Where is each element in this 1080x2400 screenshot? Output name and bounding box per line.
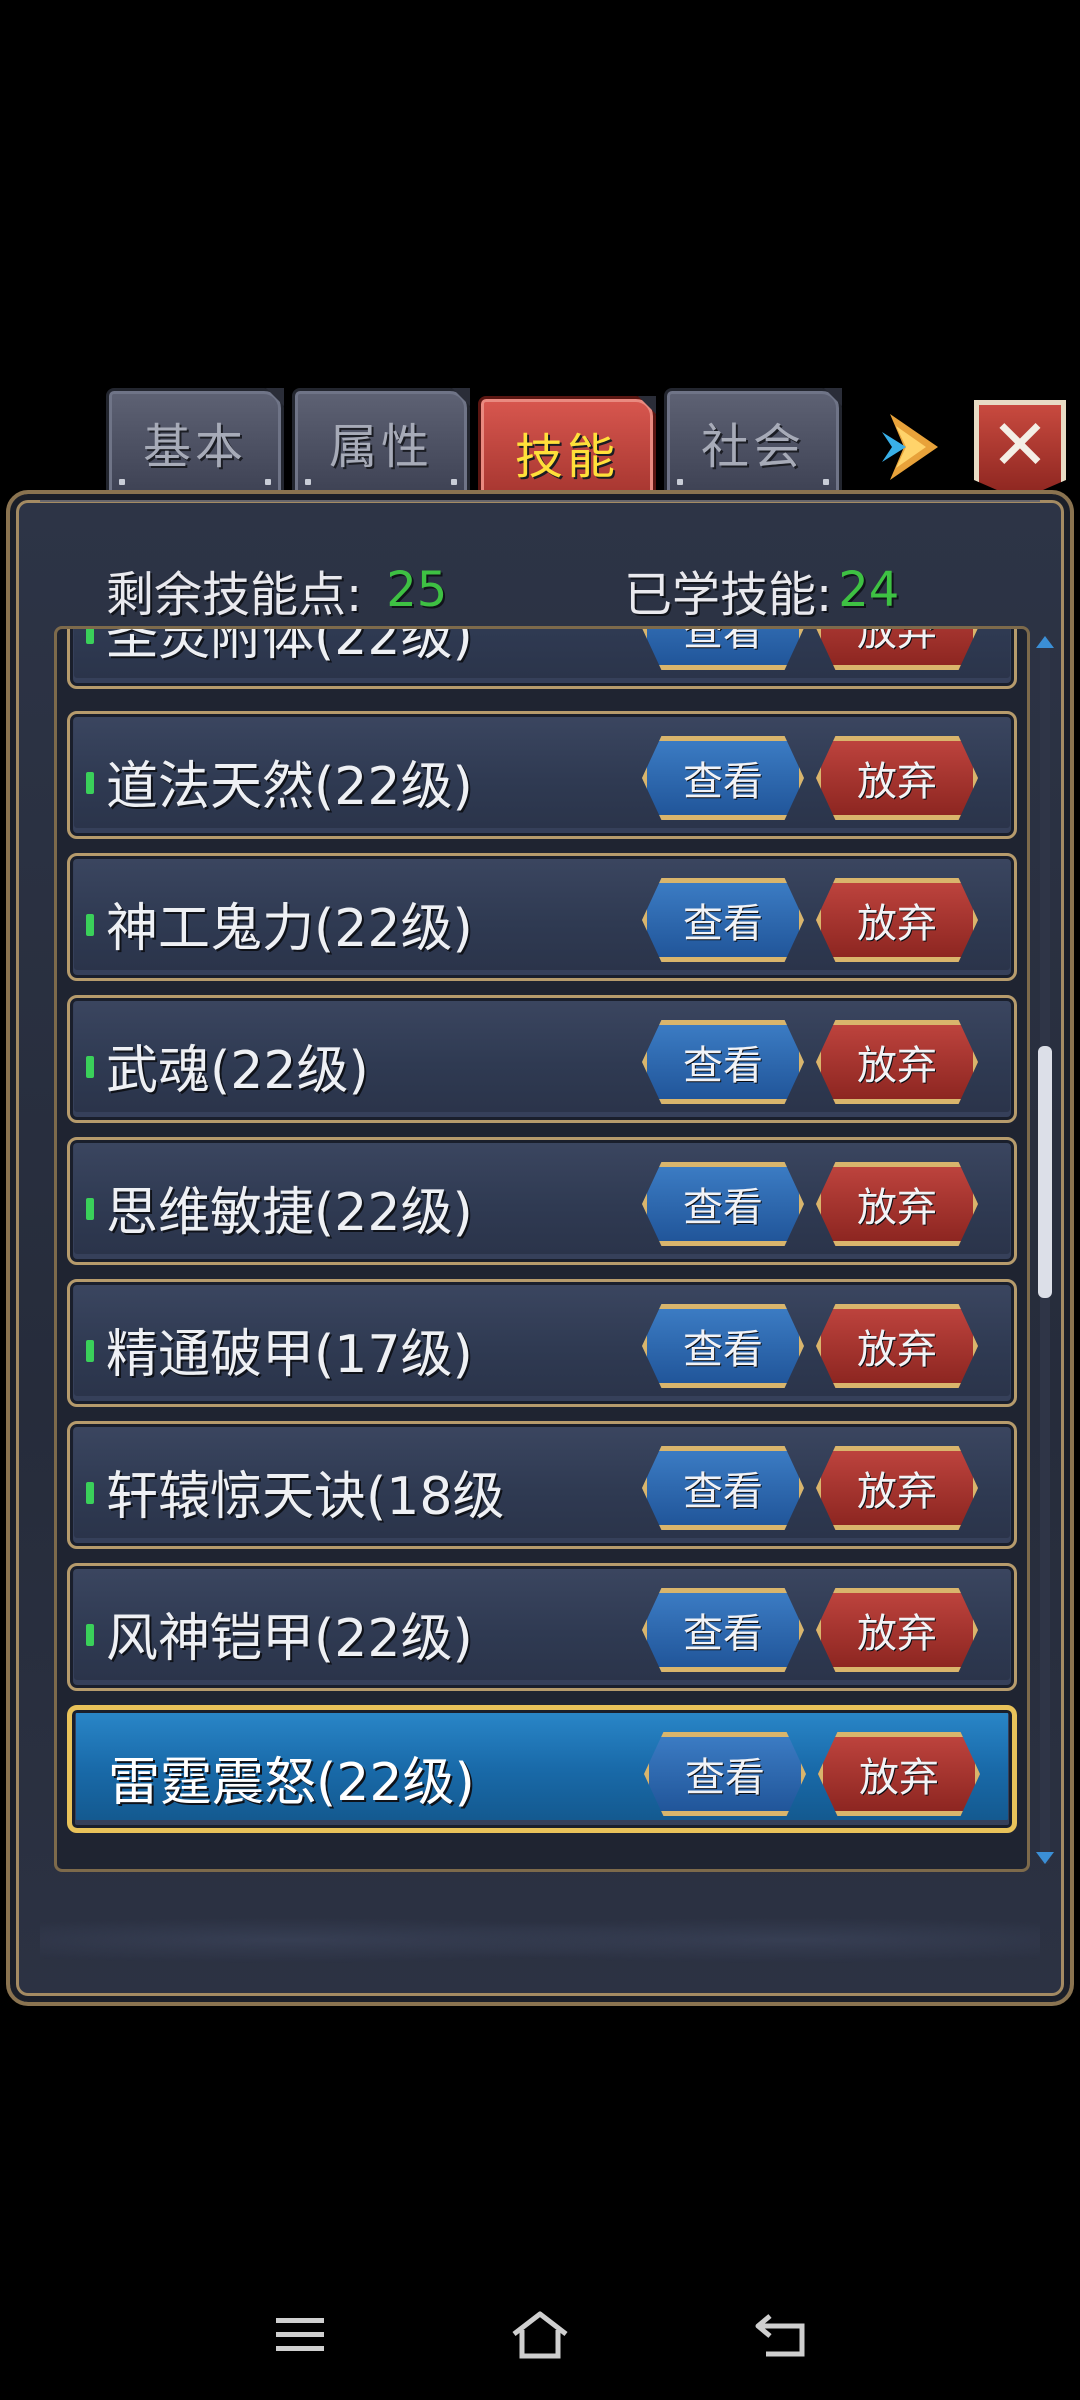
- panel-ornament: [40, 500, 1040, 542]
- drop-button[interactable]: 放弃: [816, 1588, 978, 1672]
- drop-button[interactable]: 放弃: [816, 1162, 978, 1246]
- skill-row[interactable]: 道法天然(22级) 查看 放弃: [67, 711, 1017, 839]
- skill-row[interactable]: 风神铠甲(22级) 查看 放弃: [67, 1563, 1017, 1691]
- view-button[interactable]: 查看: [642, 1446, 804, 1530]
- skill-marker: [86, 629, 94, 644]
- back-icon[interactable]: [740, 2300, 820, 2370]
- drop-button[interactable]: 放弃: [818, 1732, 980, 1816]
- drop-button[interactable]: 放弃: [816, 1304, 978, 1388]
- skill-name: 神工鬼力(22级): [106, 899, 473, 959]
- skill-row[interactable]: 武魂(22级) 查看 放弃: [67, 995, 1017, 1123]
- skill-row[interactable]: 思维敏捷(22级) 查看 放弃: [67, 1137, 1017, 1265]
- skill-name: 精通破甲(17级): [106, 1325, 473, 1385]
- arrow-right-icon[interactable]: [880, 410, 942, 484]
- tab-social-label: 社会: [700, 419, 805, 475]
- skill-marker: [86, 1340, 94, 1362]
- view-button[interactable]: 查看: [642, 1588, 804, 1672]
- tab-attributes-label: 属性: [328, 419, 433, 475]
- drop-button[interactable]: 放弃: [816, 736, 978, 820]
- skill-name: 武魂(22级): [106, 1041, 369, 1101]
- close-icon: ✕: [990, 404, 1050, 486]
- skill-name: 道法天然(22级): [106, 757, 473, 817]
- remaining-skill-points: 剩余技能点: 25: [106, 548, 447, 632]
- close-button[interactable]: ✕: [974, 400, 1066, 500]
- skill-marker: [86, 1624, 94, 1646]
- scroll-up-icon[interactable]: [1036, 636, 1054, 648]
- home-icon[interactable]: [500, 2300, 580, 2370]
- drop-button[interactable]: 放弃: [816, 1020, 978, 1104]
- scroll-down-icon[interactable]: [1036, 1852, 1054, 1864]
- skill-name: 思维敏捷(22级): [106, 1183, 473, 1243]
- skill-row[interactable]: 精通破甲(17级) 查看 放弃: [67, 1279, 1017, 1407]
- drop-button[interactable]: 放弃: [816, 629, 978, 670]
- learned-value: 24: [838, 562, 900, 618]
- remaining-value: 25: [386, 562, 448, 618]
- scrollbar-thumb[interactable]: [1038, 1046, 1052, 1298]
- view-button[interactable]: 查看: [642, 736, 804, 820]
- skill-marker: [86, 914, 94, 936]
- skill-name: 风神铠甲(22级): [106, 1609, 473, 1669]
- skill-marker: [86, 772, 94, 794]
- drop-button[interactable]: 放弃: [816, 878, 978, 962]
- skill-row[interactable]: 神工鬼力(22级) 查看 放弃: [67, 853, 1017, 981]
- view-button[interactable]: 查看: [642, 1020, 804, 1104]
- skill-list[interactable]: 圣灵附体(22级) 查看 放弃 道法天然(22级) 查看 放弃 神工鬼力(22级…: [54, 626, 1030, 1872]
- view-button[interactable]: 查看: [644, 1732, 806, 1816]
- skill-marker: [86, 1198, 94, 1220]
- learned-skills: 已学技能: 24: [624, 548, 899, 632]
- view-button[interactable]: 查看: [642, 1162, 804, 1246]
- view-button[interactable]: 查看: [642, 1304, 804, 1388]
- skill-row[interactable]: 圣灵附体(22级) 查看 放弃: [67, 626, 1017, 689]
- view-button[interactable]: 查看: [642, 878, 804, 962]
- skill-row-selected[interactable]: 雷霆震怒(22级) 查看 放弃: [67, 1705, 1017, 1833]
- skill-row[interactable]: 轩辕惊天诀(18级 查看 放弃: [67, 1421, 1017, 1549]
- tab-basic-label: 基本: [142, 419, 247, 475]
- menu-icon[interactable]: [260, 2300, 340, 2370]
- drop-button[interactable]: 放弃: [816, 1446, 978, 1530]
- skill-name: 雷霆震怒(22级): [108, 1753, 475, 1813]
- tab-attributes[interactable]: 属性: [292, 388, 470, 496]
- tab-basic[interactable]: 基本: [106, 388, 284, 496]
- skill-name: 轩辕惊天诀(18级: [106, 1467, 505, 1527]
- skill-marker: [86, 1056, 94, 1078]
- view-button[interactable]: 查看: [642, 629, 804, 670]
- skill-marker: [86, 1482, 94, 1504]
- panel-ornament-bottom: [40, 1900, 1040, 1980]
- learned-label: 已学技能:: [624, 567, 833, 623]
- remaining-label: 剩余技能点:: [106, 567, 363, 623]
- tab-social[interactable]: 社会: [664, 388, 842, 496]
- tab-skills-label: 技能: [514, 429, 619, 485]
- skill-name: 圣灵附体(22级): [106, 626, 473, 667]
